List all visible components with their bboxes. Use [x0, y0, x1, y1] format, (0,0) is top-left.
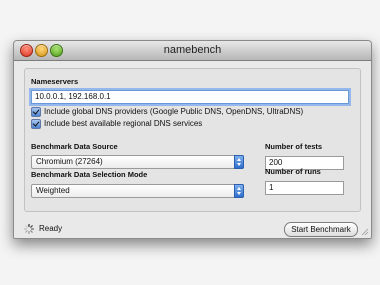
- settings-group: Nameservers 10.0.0.1, 192.168.0.1 Includ…: [24, 68, 361, 212]
- benchmark-source-value: Chromium (27264): [36, 157, 103, 166]
- number-of-tests-label: Number of tests: [265, 142, 323, 151]
- selection-mode-value: Weighted: [36, 186, 70, 195]
- benchmark-source-select[interactable]: Chromium (27264): [31, 155, 244, 169]
- number-of-runs-label: Number of runs: [265, 167, 321, 176]
- title-bar[interactable]: namebench: [14, 41, 371, 61]
- popup-arrows-icon[interactable]: [234, 155, 244, 169]
- status-text: Ready: [39, 224, 63, 233]
- benchmark-source-label: Benchmark Data Source: [31, 142, 118, 151]
- checkbox-checked-icon[interactable]: [31, 118, 41, 129]
- selection-mode-label: Benchmark Data Selection Mode: [31, 170, 148, 179]
- nameservers-input[interactable]: 10.0.0.1, 192.168.0.1: [31, 90, 349, 104]
- start-benchmark-button[interactable]: Start Benchmark: [284, 222, 358, 237]
- nameservers-label: Nameservers: [31, 77, 79, 86]
- popup-arrows-icon[interactable]: [234, 184, 244, 198]
- selection-mode-select[interactable]: Weighted: [31, 184, 244, 198]
- resize-grip-icon[interactable]: [361, 228, 369, 236]
- include-regional-checkbox-row[interactable]: Include best available regional DNS serv…: [31, 118, 202, 129]
- include-global-label: Include global DNS providers (Google Pub…: [44, 107, 304, 116]
- checkbox-checked-icon[interactable]: [31, 106, 41, 117]
- window-title: namebench: [163, 44, 222, 56]
- app-window: namebench Nameservers 10.0.0.1, 192.168.…: [13, 40, 372, 239]
- include-regional-label: Include best available regional DNS serv…: [44, 119, 203, 128]
- spinner-icon: [24, 224, 34, 234]
- number-of-runs-input[interactable]: 1: [265, 181, 344, 195]
- window-content: Nameservers 10.0.0.1, 192.168.0.1 Includ…: [14, 61, 371, 238]
- include-global-checkbox-row[interactable]: Include global DNS providers (Google Pub…: [31, 106, 303, 117]
